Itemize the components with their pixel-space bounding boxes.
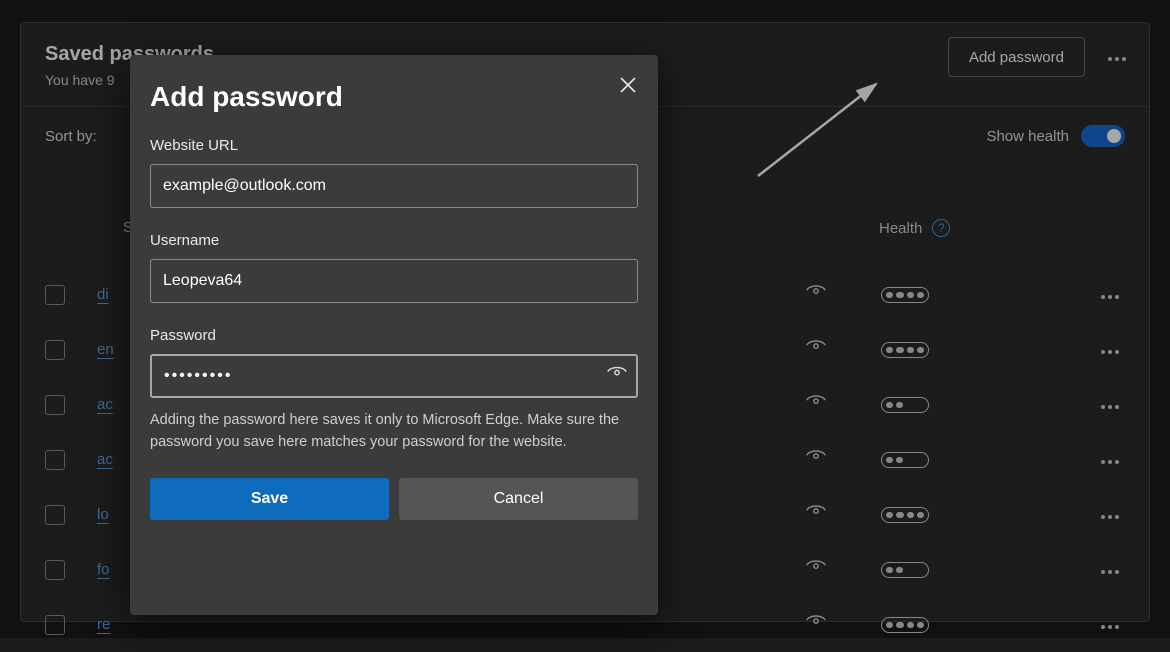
password-input[interactable]: [150, 354, 638, 398]
close-icon: [620, 77, 636, 93]
close-button[interactable]: [614, 71, 642, 99]
username-field: Username: [150, 232, 638, 303]
password-field: Password: [150, 327, 638, 398]
website-label: Website URL: [150, 137, 638, 154]
dialog-hint: Adding the password here saves it only t…: [150, 410, 638, 454]
dialog-title: Add password: [150, 81, 638, 113]
password-label: Password: [150, 327, 638, 344]
save-button[interactable]: Save: [150, 478, 389, 520]
username-input[interactable]: [150, 259, 638, 303]
dialog-buttons: Save Cancel: [150, 478, 638, 520]
cancel-button[interactable]: Cancel: [399, 478, 638, 520]
eye-icon: [606, 363, 628, 385]
add-password-dialog: Add password Website URL Username Passwo…: [130, 55, 658, 615]
reveal-password-button[interactable]: [606, 363, 628, 390]
website-input[interactable]: [150, 164, 638, 208]
website-field: Website URL: [150, 137, 638, 208]
username-label: Username: [150, 232, 638, 249]
